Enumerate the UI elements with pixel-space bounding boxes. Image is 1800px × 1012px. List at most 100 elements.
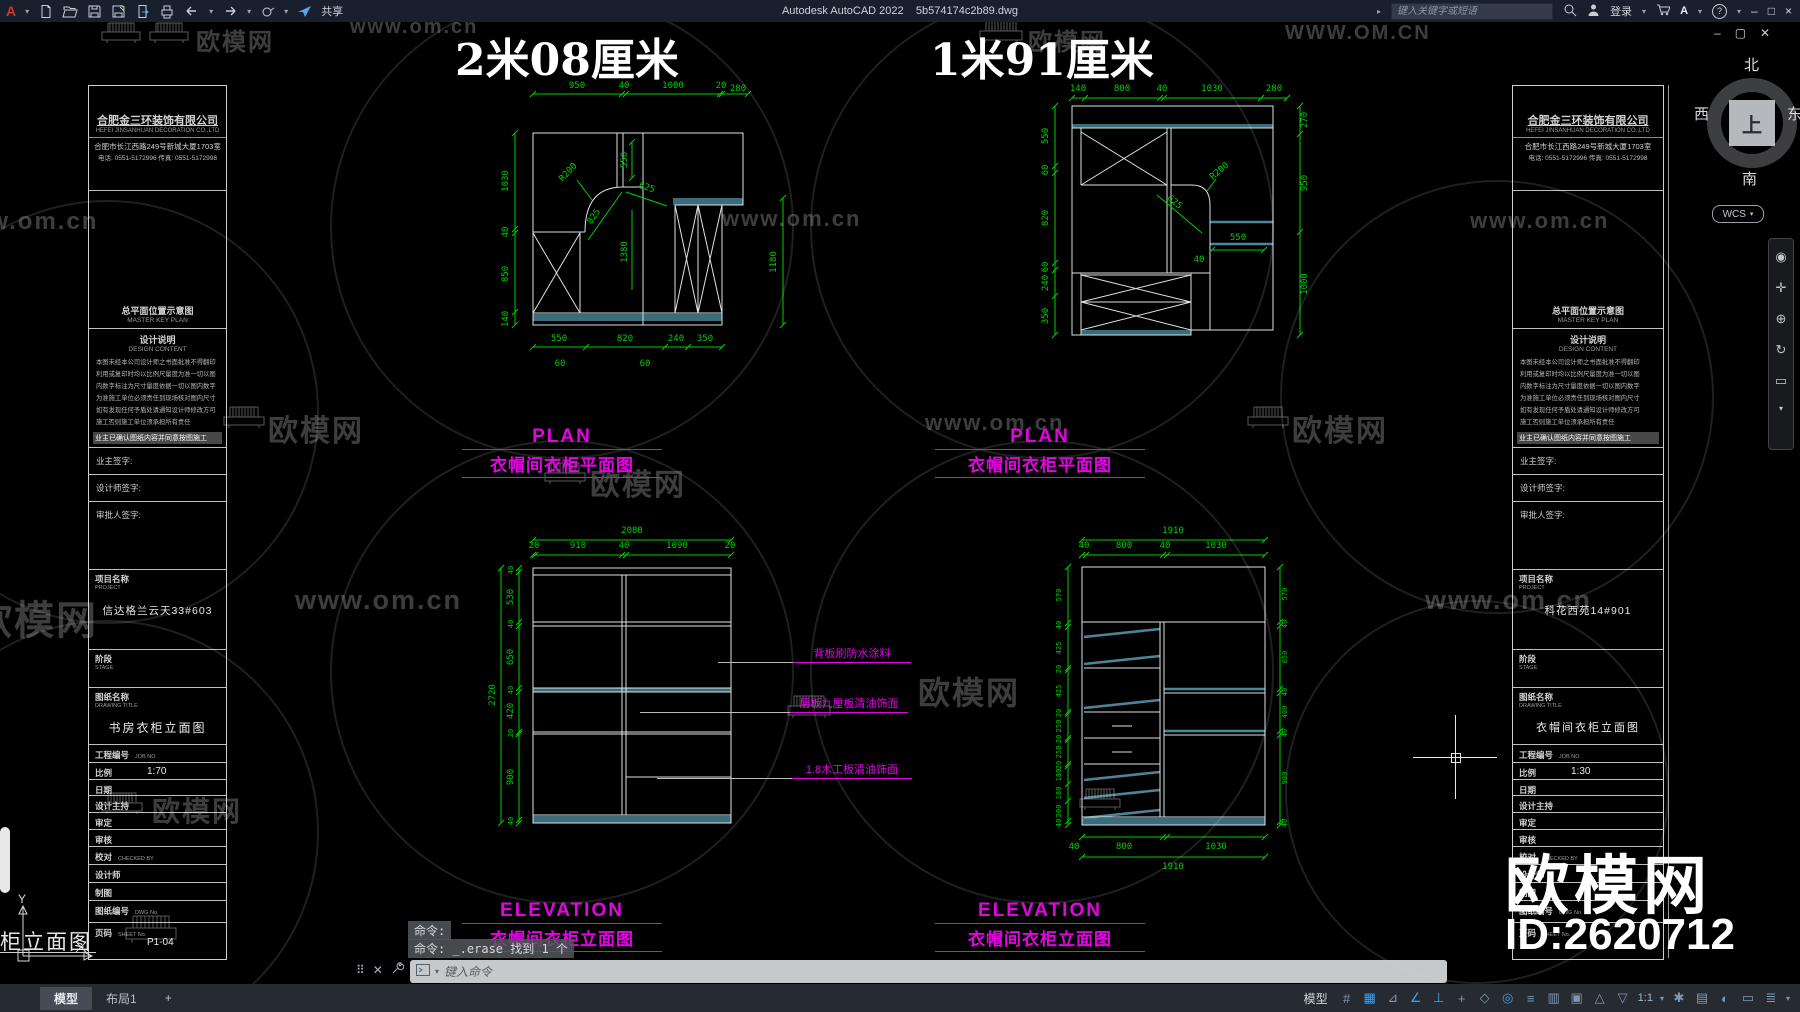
command-recent-chevron-icon[interactable]: ▾ <box>435 967 439 976</box>
watermark-brand: 欧模网 <box>1292 415 1388 448</box>
tab-model[interactable]: 模型 <box>40 986 93 1010</box>
zoom-icon[interactable]: ⊕ <box>1776 311 1787 327</box>
company-name-en: HEFEI JINSANHUAN DECORATION CO.,LTD <box>89 128 226 138</box>
compass-east[interactable]: 东 <box>1787 103 1800 124</box>
redo-button[interactable] <box>222 4 238 18</box>
dock-grip-icon[interactable]: ⠿ <box>356 963 365 977</box>
save-button[interactable] <box>87 4 102 19</box>
search-input[interactable]: 键入关键字或短语 <box>1391 2 1554 20</box>
login-chevron-icon[interactable]: ▾ <box>1642 7 1646 16</box>
qat-chevron-icon[interactable]: ▾ <box>284 7 288 16</box>
help-icon[interactable]: ? <box>1712 3 1728 19</box>
share-button[interactable]: 共享 <box>321 3 343 19</box>
grid-icon[interactable]: # <box>1339 991 1355 1006</box>
cart-icon[interactable] <box>1656 3 1671 19</box>
search-expand-icon[interactable]: ▸ <box>1377 7 1381 16</box>
steering-wheel-icon[interactable]: ◉ <box>1775 249 1786 265</box>
navigation-bar: ◉ ✛ ⊕ ↻ ▭ ▾ <box>1768 238 1794 450</box>
scale-chevron-icon[interactable]: ▾ <box>1660 994 1664 1003</box>
annotation-scale[interactable]: 1:1 <box>1638 992 1653 1004</box>
redo-chevron-icon[interactable]: ▾ <box>247 7 251 16</box>
undo-button[interactable] <box>184 4 200 18</box>
dim-label: 570 <box>1281 588 1289 601</box>
undo-chevron-icon[interactable]: ▾ <box>209 7 213 16</box>
showmotion-icon[interactable]: ▭ <box>1775 373 1787 389</box>
watermark-id: ID:2620712 <box>1505 910 1735 959</box>
account-chevron-icon[interactable]: ▾ <box>1698 7 1702 16</box>
paint-pot-icon[interactable] <box>260 4 275 18</box>
new-layout-button[interactable]: + <box>151 988 186 1008</box>
snap-mode-icon[interactable]: ▦ <box>1362 990 1378 1006</box>
print-button[interactable] <box>159 4 175 19</box>
lineweight-icon[interactable]: ≡ <box>1523 991 1539 1006</box>
status-toggles: 模型 # ▦ ⊿ ∠ ⊥ + ◇ ◎ ≡ ▥ ▣ △ ▽ 1:1 ▾ ✱ ▤ ◐… <box>1304 990 1800 1007</box>
compass-south[interactable]: 南 <box>1742 168 1757 189</box>
drawing-window-controls: – ▢ ✕ <box>1714 26 1770 40</box>
search-icon[interactable] <box>1563 3 1577 20</box>
caption-en: ELEVATION <box>500 900 624 921</box>
left-edge-scrollbar[interactable] <box>0 827 10 893</box>
annotation-visibility-icon[interactable]: △ <box>1592 990 1608 1006</box>
orbit-icon[interactable]: ↻ <box>1776 342 1787 358</box>
watermark-brand: 欧模网 <box>152 796 243 827</box>
viewcube-top-face[interactable]: 上 <box>1729 100 1775 146</box>
new-file-button[interactable] <box>38 4 53 19</box>
company-name: 合肥金三环装饰有限公司 <box>97 115 218 127</box>
transparency-icon[interactable]: ▥ <box>1546 990 1562 1006</box>
dwg-close-icon[interactable]: ✕ <box>1760 26 1770 40</box>
tab-layout1[interactable]: 布局1 <box>92 987 151 1010</box>
watermark-brand: 欧模网 <box>196 29 274 56</box>
command-input-bar[interactable]: ▾ 键入命令 <box>410 960 1447 983</box>
customization-chevron-icon[interactable]: ▾ <box>1786 994 1790 1003</box>
company-phone: 电话: 0551-5172996 传真: 0551-5172998 <box>1528 155 1648 162</box>
polar-tracking-icon[interactable]: ∠ <box>1408 990 1424 1006</box>
caption-cn: 衣帽间衣柜平面图 <box>490 456 634 475</box>
dock-close-icon[interactable]: ✕ <box>373 963 383 977</box>
selection-filter-icon[interactable]: ▽ <box>1615 990 1631 1006</box>
sofa-watermark-icon <box>149 22 189 43</box>
save-as-button[interactable] <box>111 4 126 19</box>
isolate-objects-icon[interactable]: ◐ <box>1717 991 1733 1006</box>
company-phone: 电话: 0551-5172996 传真: 0551-5172998 <box>98 155 217 162</box>
caption-rule <box>462 923 662 924</box>
login-button[interactable]: 登录 <box>1610 3 1632 19</box>
clean-screen-icon[interactable]: ▭ <box>1740 990 1756 1006</box>
sofa-watermark-icon <box>223 406 265 428</box>
dwg-minimize-icon[interactable]: – <box>1714 26 1721 40</box>
model-space-label[interactable]: 模型 <box>1304 990 1328 1007</box>
sofa-watermark-icon <box>1247 406 1289 428</box>
isometric-draft-icon[interactable]: ◇ <box>1477 990 1493 1006</box>
help-chevron-icon[interactable]: ▾ <box>1737 7 1741 16</box>
maximize-button[interactable]: □ <box>1768 4 1775 18</box>
open-file-button[interactable] <box>62 4 78 19</box>
workspace-icon[interactable]: ✱ <box>1671 990 1687 1006</box>
quick-access-toolbar: A ▾ ▾ ▾ ▾ 共享 <box>0 3 343 19</box>
selection-cycling-icon[interactable]: ▣ <box>1569 990 1585 1006</box>
command-history-line: 命令: _.erase 找到 1 个 <box>408 939 574 958</box>
navbar-chevron-icon[interactable]: ▾ <box>1779 404 1783 413</box>
share-plane-icon[interactable] <box>297 4 312 18</box>
dwg-restore-icon[interactable]: ▢ <box>1735 26 1746 40</box>
ortho-mode-icon[interactable]: ⊥ <box>1431 990 1447 1006</box>
compass-north[interactable]: 北 <box>1744 54 1759 75</box>
object-snap-icon[interactable]: ◎ <box>1500 990 1516 1006</box>
customization-icon[interactable]: ≣ <box>1763 990 1779 1006</box>
dynamic-input-icon[interactable]: + <box>1454 991 1470 1006</box>
autocad-logo-icon[interactable]: A <box>6 3 16 19</box>
command-prompt-icon[interactable] <box>416 963 430 981</box>
close-button[interactable]: × <box>1785 4 1792 18</box>
infer-constraints-icon[interactable]: ⊿ <box>1385 990 1401 1006</box>
pan-icon[interactable]: ✛ <box>1776 280 1787 296</box>
compass-west[interactable]: 西 <box>1694 103 1709 124</box>
autodesk-account-icon[interactable]: A <box>1680 5 1688 17</box>
watermark-url: WWW.OM.CN <box>1285 22 1431 44</box>
dim-label: 1030 <box>1205 842 1227 852</box>
command-input[interactable]: 键入命令 <box>444 963 492 980</box>
user-icon[interactable] <box>1587 3 1600 19</box>
minimize-button[interactable]: – <box>1751 4 1758 18</box>
wcs-dropdown[interactable]: WCS ▾ <box>1712 205 1764 223</box>
app-menu-chevron-icon[interactable]: ▾ <box>25 7 29 16</box>
export-button[interactable] <box>135 4 150 19</box>
customize-wrench-icon[interactable] <box>391 962 405 978</box>
quick-properties-icon[interactable]: ▤ <box>1694 990 1710 1006</box>
